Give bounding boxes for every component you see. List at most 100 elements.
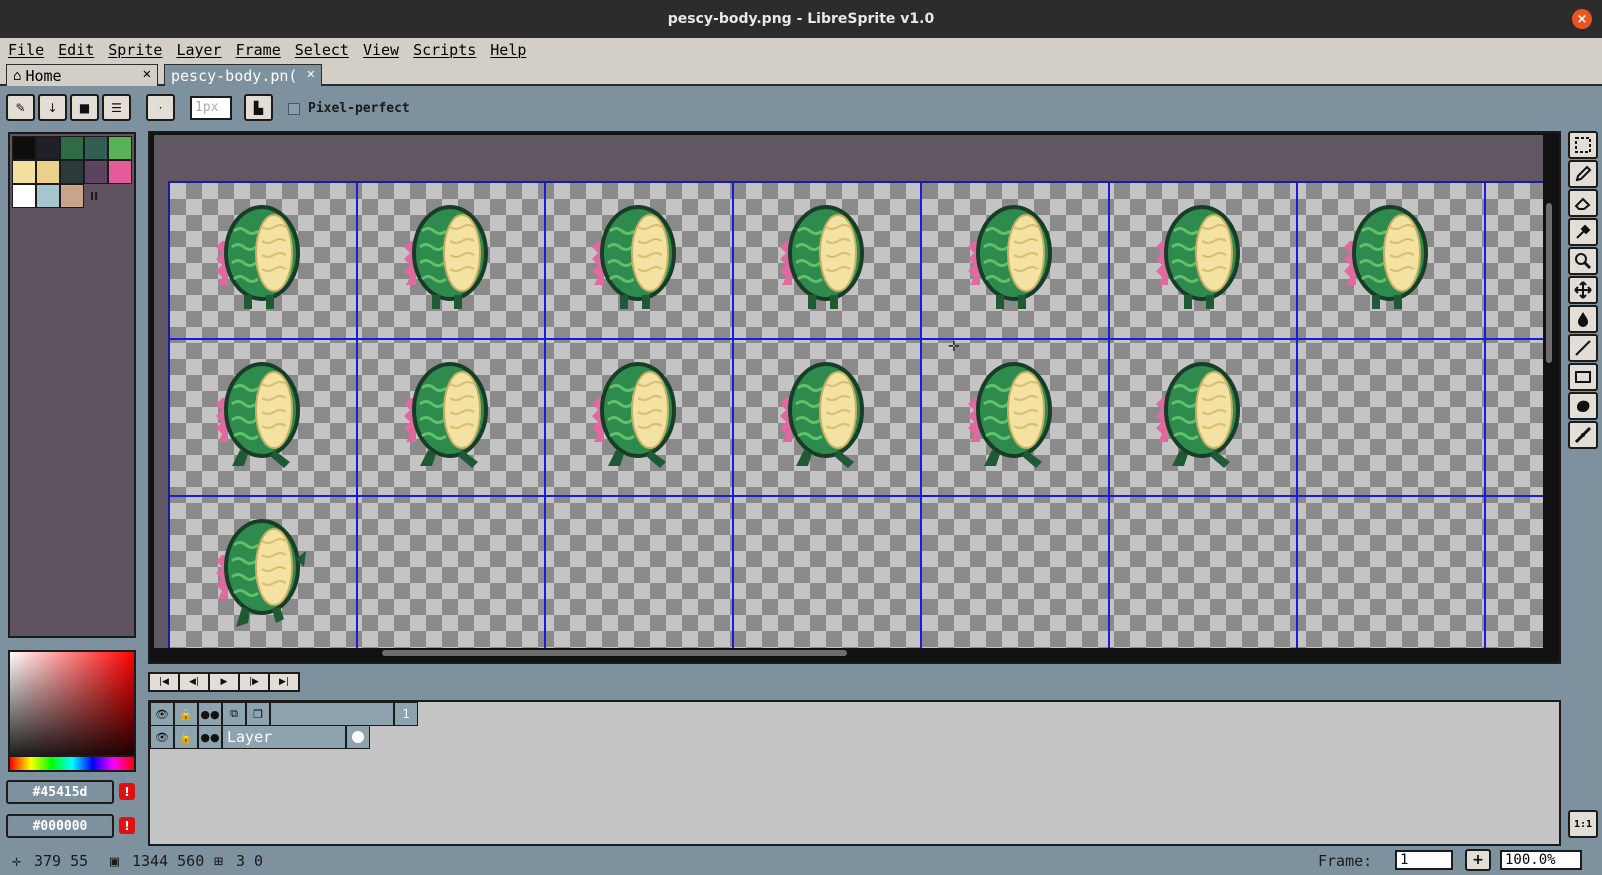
tab-home[interactable]: ⌂ Home ✕ xyxy=(6,64,158,86)
onion-skin-icon[interactable]: ❐ xyxy=(246,702,270,726)
sprite-frame[interactable] xyxy=(1154,201,1254,317)
prev-frame-button[interactable]: ◀| xyxy=(178,672,210,692)
sprite-frame[interactable] xyxy=(1154,358,1254,474)
sprite-frame[interactable] xyxy=(778,358,878,474)
vertical-scrollbar[interactable] xyxy=(1543,135,1555,653)
foreground-warning-icon[interactable]: ! xyxy=(119,783,135,800)
palette-swatch[interactable] xyxy=(36,136,60,160)
contour-tool-button[interactable] xyxy=(1568,392,1598,420)
palette-resize-handle[interactable]: II xyxy=(90,190,98,203)
marquee-tool-button[interactable] xyxy=(1568,131,1598,159)
ink-button[interactable]: ▙ xyxy=(244,94,273,121)
menu-select[interactable]: Select xyxy=(295,41,349,59)
zoom-1-1-button[interactable]: 1:1 xyxy=(1568,810,1598,838)
horizontal-scrollbar[interactable] xyxy=(154,648,1546,658)
palette-swatch[interactable] xyxy=(60,184,84,208)
next-frame-button[interactable]: |▶ xyxy=(238,672,270,692)
layer-visibility-icon[interactable]: 👁 xyxy=(150,725,174,749)
tab-file-close-icon[interactable]: ✕ xyxy=(307,66,315,82)
palette-swatch[interactable] xyxy=(84,136,108,160)
canvas-editor[interactable]: ✛ xyxy=(148,131,1561,664)
brush-options-button[interactable]: ☰ xyxy=(102,94,131,121)
link-header-icon[interactable]: ⧉ xyxy=(222,702,246,726)
add-frame-button[interactable]: + xyxy=(1465,849,1491,871)
brush-dot-button[interactable]: · xyxy=(146,94,175,121)
brush-down-button[interactable]: ↓ xyxy=(38,94,67,121)
palette-swatch[interactable] xyxy=(60,160,84,184)
layer-row[interactable]: 👁 🔓 ●● Layer xyxy=(150,725,370,749)
palette-swatch[interactable] xyxy=(12,160,36,184)
palette-swatch[interactable] xyxy=(12,184,36,208)
menu-sprite[interactable]: Sprite xyxy=(108,41,162,59)
pixel-perfect-checkbox[interactable] xyxy=(288,102,300,115)
rectangle-tool-button[interactable] xyxy=(1568,363,1598,391)
hue-slider[interactable] xyxy=(8,755,136,772)
palette-swatch[interactable] xyxy=(84,160,108,184)
cel-cell[interactable] xyxy=(346,725,370,749)
frame-header[interactable]: 1 xyxy=(394,702,418,726)
sprite-frame[interactable] xyxy=(590,358,690,474)
sprite-frame[interactable] xyxy=(966,201,1066,317)
grid-line xyxy=(170,495,1546,497)
palette-swatch[interactable] xyxy=(60,136,84,160)
play-button[interactable]: ▶ xyxy=(208,672,240,692)
tab-home-close-icon[interactable]: ✕ xyxy=(143,66,151,82)
menu-edit[interactable]: Edit xyxy=(58,41,94,59)
palette-swatch[interactable] xyxy=(12,136,36,160)
sprite-frame[interactable] xyxy=(966,358,1066,474)
grid-line xyxy=(1484,183,1486,651)
background-color-field[interactable]: #000000 xyxy=(6,814,114,838)
sprite-frame[interactable] xyxy=(1342,201,1442,317)
palette-swatch[interactable] xyxy=(36,184,60,208)
sprite-frame[interactable] xyxy=(214,358,314,474)
horizontal-scroll-thumb[interactable] xyxy=(382,650,847,656)
palette-swatch[interactable] xyxy=(36,160,60,184)
eraser-tool-button[interactable] xyxy=(1568,189,1598,217)
timeline-panel[interactable]: 👁 🔒 ●● ⧉ ❐ 1 👁 🔓 ●● Layer xyxy=(148,700,1561,846)
brush-type-button[interactable]: ✎ xyxy=(6,94,35,121)
brush-square-button[interactable]: ■ xyxy=(70,94,99,121)
palette-swatch[interactable] xyxy=(108,136,132,160)
menu-view[interactable]: View xyxy=(363,41,399,59)
sprite-frame[interactable] xyxy=(214,201,314,317)
lock-header-icon[interactable]: 🔒 xyxy=(174,702,198,726)
foreground-color-field[interactable]: #45415d xyxy=(6,780,114,804)
last-frame-button[interactable]: ▶| xyxy=(268,672,300,692)
canvas-viewport[interactable]: ✛ xyxy=(154,135,1546,651)
cursor-position-icon: ✛ xyxy=(12,852,22,870)
sprite-frame[interactable] xyxy=(590,201,690,317)
blur-tool-button[interactable] xyxy=(1568,421,1598,449)
close-window-button[interactable]: × xyxy=(1572,9,1592,29)
layer-name[interactable]: Layer xyxy=(222,725,346,749)
menu-frame[interactable]: Frame xyxy=(236,41,281,59)
tab-file[interactable]: pescy-body.pn( ✕ xyxy=(164,64,322,86)
fill-tool-button[interactable] xyxy=(1568,305,1598,333)
layer-lock-icon[interactable]: 🔓 xyxy=(174,725,198,749)
zoom-input[interactable]: 100.0% xyxy=(1500,850,1582,870)
pencil-tool-button[interactable] xyxy=(1568,160,1598,188)
sprite-frame[interactable] xyxy=(778,201,878,317)
sprite-frame[interactable] xyxy=(402,201,502,317)
sprite-frame[interactable] xyxy=(402,358,502,474)
menu-file[interactable]: File xyxy=(8,41,44,59)
vertical-scroll-thumb[interactable] xyxy=(1546,203,1552,363)
line-tool-button[interactable] xyxy=(1568,334,1598,362)
color-spectrum[interactable] xyxy=(8,650,136,772)
menu-help[interactable]: Help xyxy=(490,41,526,59)
background-warning-icon[interactable]: ! xyxy=(119,817,135,834)
zoom-tool-button[interactable] xyxy=(1568,247,1598,275)
eyedropper-tool-button[interactable] xyxy=(1568,218,1598,246)
layer-continuous-icon[interactable]: ●● xyxy=(198,725,222,749)
visibility-header-icon[interactable]: 👁 xyxy=(150,702,174,726)
brush-size-input[interactable]: 1px xyxy=(190,96,232,120)
menu-layer[interactable]: Layer xyxy=(176,41,221,59)
palette-swatch[interactable] xyxy=(108,160,132,184)
sprite-sheet[interactable]: ✛ xyxy=(168,181,1546,651)
move-tool-button[interactable] xyxy=(1568,276,1598,304)
menu-scripts[interactable]: Scripts xyxy=(413,41,476,59)
frame-input[interactable]: 1 xyxy=(1395,850,1453,870)
continuous-header-icon[interactable]: ●● xyxy=(198,702,222,726)
pixel-perfect-toggle[interactable]: Pixel-perfect xyxy=(288,101,410,116)
first-frame-button[interactable]: |◀ xyxy=(148,672,180,692)
sprite-frame[interactable] xyxy=(214,515,314,631)
